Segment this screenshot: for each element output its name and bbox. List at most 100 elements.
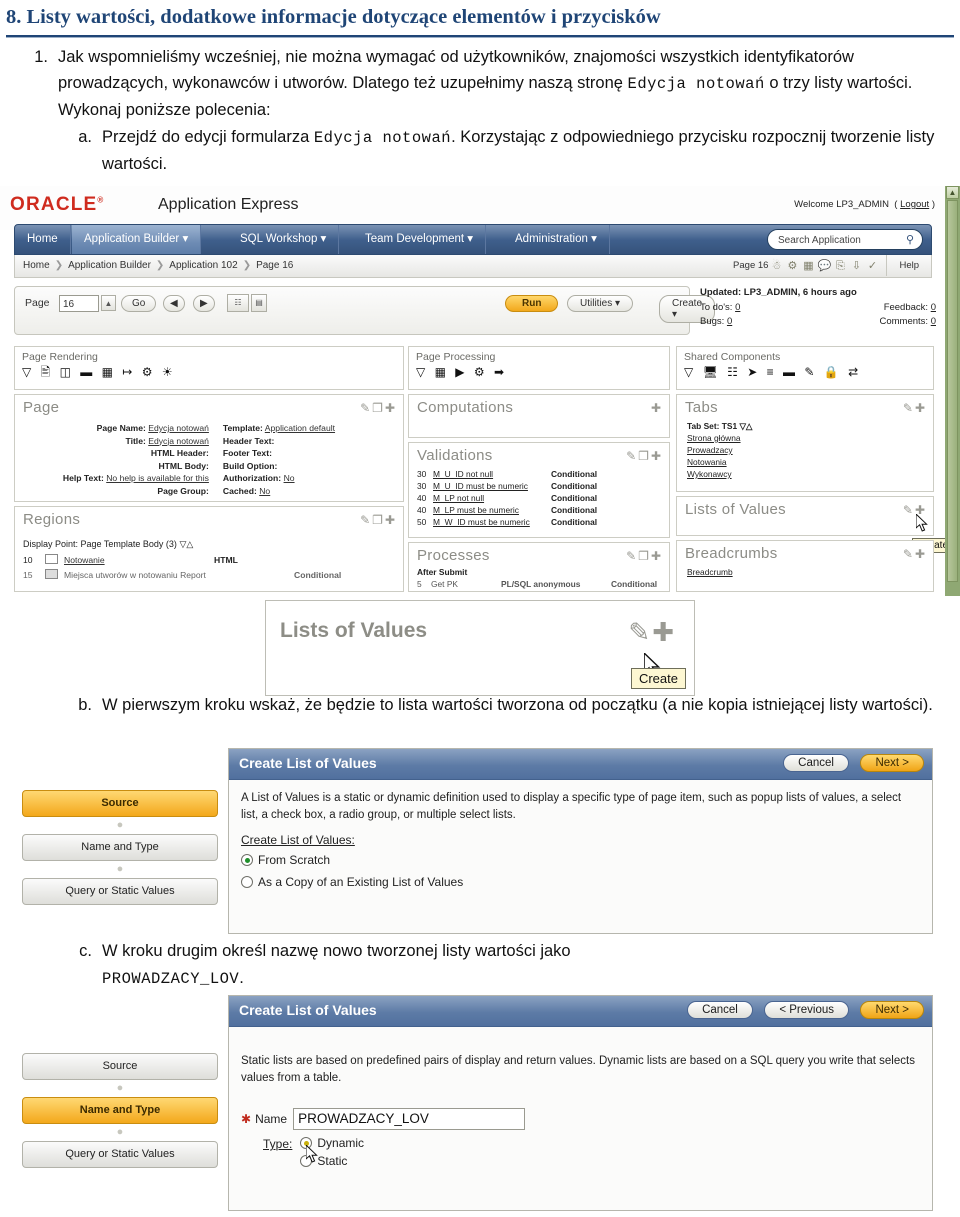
page-number-input[interactable]: 16 <box>59 295 99 312</box>
breadcrumb-page-16[interactable]: Page 16 <box>256 260 293 271</box>
validation-name[interactable]: M_LP not null <box>433 492 551 504</box>
breadcrumb-icon[interactable]: ➤ <box>747 365 760 379</box>
validation-name[interactable]: M_W_ID must be numeric <box>433 516 551 528</box>
copy-icon[interactable]: ❐ <box>372 401 385 415</box>
region-name[interactable]: Miejsca utworów w notowaniu Report <box>64 569 294 582</box>
radio-as-a-copy-icon[interactable] <box>241 876 253 889</box>
help-link[interactable]: Help <box>886 255 931 276</box>
page-spinner-up-icon[interactable]: ▲ <box>101 295 116 311</box>
logout-link[interactable]: Logout <box>900 199 929 210</box>
add-icon[interactable]: ✚ <box>651 549 663 563</box>
previous-button[interactable]: < Previous <box>764 1001 849 1019</box>
previous-page-button[interactable]: ◀ <box>163 295 185 312</box>
branch-arrow-icon[interactable]: ➡ <box>494 365 507 379</box>
nav-item-home[interactable]: Home <box>15 225 71 254</box>
edit-icon[interactable]: ✎ <box>626 449 638 463</box>
search-application-input[interactable]: Search Application ⚲ <box>767 229 923 250</box>
button-icon[interactable]: ▬ <box>80 365 95 379</box>
nav-item-administration[interactable]: Administration ▾ <box>503 225 610 254</box>
copy-icon[interactable]: ❐ <box>638 449 651 463</box>
add-icon[interactable]: ✚ <box>651 449 663 463</box>
kv-value[interactable]: No <box>259 486 270 496</box>
region-icon[interactable]: ◫ <box>60 365 74 379</box>
comment-icon[interactable]: 💬 <box>817 259 832 273</box>
todos-value[interactable]: 0 <box>735 302 740 313</box>
wizard1-step-query-or-static-values[interactable]: Query or Static Values <box>22 878 218 905</box>
tab-item[interactable]: Notowania <box>687 456 923 468</box>
region-name[interactable]: Notowanie <box>64 554 214 567</box>
add-icon[interactable]: ✚ <box>651 401 663 415</box>
tree-view-icon[interactable]: ☷ <box>227 294 249 312</box>
wizard2-step-name-and-type[interactable]: Name and Type <box>22 1097 218 1124</box>
page-icon[interactable]: 🖹 <box>41 365 54 379</box>
wizard1-step-name-and-type[interactable]: Name and Type <box>22 834 218 861</box>
breadcrumb-home[interactable]: Home <box>23 260 50 271</box>
scrollbar-thumb[interactable] <box>947 200 958 582</box>
edit-icon[interactable]: ✎ <box>903 503 915 517</box>
wizard2-step-query-or-static-values[interactable]: Query or Static Values <box>22 1141 218 1168</box>
next-button[interactable]: Next > <box>860 754 924 772</box>
kv-value[interactable]: No help is available for this <box>106 473 209 483</box>
breadcrumb-application-builder[interactable]: Application Builder <box>68 260 151 271</box>
kv-value[interactable]: Application default <box>265 423 335 433</box>
grid-layout-icon[interactable]: ▦ <box>801 259 815 273</box>
nav-item-application-builder[interactable]: Application Builder ▾ <box>72 225 202 254</box>
collapse-icon[interactable]: ▽ <box>22 365 34 379</box>
validation-name[interactable]: M_U_ID must be numeric <box>433 480 551 492</box>
gear-icon[interactable]: ⚙ <box>142 365 156 379</box>
process-name[interactable]: Get PK <box>431 578 501 590</box>
go-button[interactable]: Go <box>121 295 157 312</box>
edit-icon[interactable]: ✎ <box>360 401 372 415</box>
lists-icon[interactable]: ☷ <box>727 365 741 379</box>
radio-from-scratch-icon[interactable] <box>241 854 253 867</box>
download-icon[interactable]: ⇩ <box>849 259 863 273</box>
tab-item[interactable]: Strona główna <box>687 432 923 444</box>
breadcrumb-application-102[interactable]: Application 102 <box>169 260 237 271</box>
validation-icon[interactable]: ▶ <box>455 365 467 379</box>
edit-icon[interactable]: ✎ <box>804 365 817 379</box>
component-view-icon[interactable]: ▤ <box>251 294 267 312</box>
next-page-button[interactable]: ▶ <box>193 295 215 312</box>
run-button[interactable]: Run <box>505 295 559 312</box>
comments-value[interactable]: 0 <box>931 316 936 327</box>
tabs-icon[interactable]: 🖥 <box>703 365 721 379</box>
templates-icon[interactable]: ≡ <box>767 365 777 379</box>
search-icon[interactable]: ⚲ <box>906 230 914 251</box>
sort-up-icon[interactable]: △ <box>186 539 193 549</box>
edit-icon[interactable]: ✎ <box>626 549 638 563</box>
item-icon[interactable]: ▦ <box>102 365 116 379</box>
kv-value[interactable]: Edycja notowań <box>148 436 209 446</box>
lov-icon[interactable]: ▬ <box>783 365 798 379</box>
kv-value[interactable]: No <box>284 473 295 483</box>
computation-icon[interactable]: ▦ <box>435 365 449 379</box>
navigation-icon[interactable]: ⇄ <box>848 365 861 379</box>
dynamic-action-icon[interactable]: ☀ <box>162 365 176 379</box>
breadcrumb-item[interactable]: Breadcrumb <box>687 566 923 578</box>
bugs-value[interactable]: 0 <box>727 316 732 327</box>
collapse-icon[interactable]: ▽ <box>684 365 696 379</box>
add-icon[interactable]: ✚ <box>915 547 927 561</box>
add-icon[interactable]: ✚ <box>385 513 397 527</box>
sort-up-icon[interactable]: △ <box>746 421 752 431</box>
copy-icon[interactable]: ❐ <box>638 549 651 563</box>
scroll-up-arrow-icon[interactable]: ▲ <box>946 186 959 199</box>
validation-name[interactable]: M_U_ID not null <box>433 468 551 480</box>
edit-icon[interactable]: ✎ <box>360 513 372 527</box>
add-icon[interactable]: ✚ <box>385 401 397 415</box>
collapse-icon[interactable]: ▽ <box>416 365 428 379</box>
lock-icon[interactable]: 🔒 <box>824 365 842 379</box>
add-icon[interactable]: ✚ <box>652 617 676 647</box>
edit-icon[interactable]: ✎ <box>628 617 652 647</box>
gear-icon[interactable]: ⚙ <box>785 259 799 273</box>
gear-icon[interactable]: ⚙ <box>474 365 488 379</box>
vertical-scrollbar[interactable]: ▲ <box>945 186 960 596</box>
check-icon[interactable]: ✓ <box>865 259 879 273</box>
next-button[interactable]: Next > <box>860 1001 924 1019</box>
validation-name[interactable]: M_LP must be numeric <box>433 504 551 516</box>
tab-item[interactable]: Prowadzacy <box>687 444 923 456</box>
utilities-button[interactable]: Utilities ▾ <box>567 295 634 312</box>
wizard2-step-source[interactable]: Source <box>22 1053 218 1080</box>
edit-icon[interactable]: ✎ <box>903 547 915 561</box>
nav-item-sql-workshop[interactable]: SQL Workshop ▾ <box>228 225 340 254</box>
cancel-button[interactable]: Cancel <box>783 754 849 772</box>
